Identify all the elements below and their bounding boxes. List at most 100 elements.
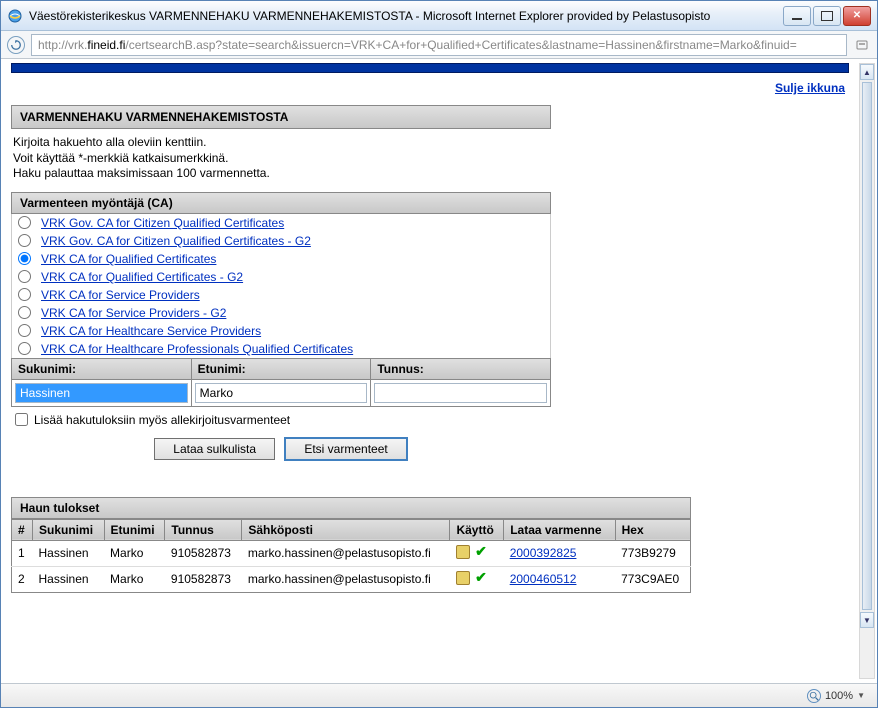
ca-radio-3[interactable]: [18, 270, 31, 283]
cell-download: 2000392825: [504, 540, 615, 566]
cell-lastname: Hassinen: [33, 566, 105, 592]
ca-radio-2[interactable]: [18, 252, 31, 265]
ca-link-1[interactable]: VRK Gov. CA for Citizen Qualified Certif…: [41, 234, 311, 248]
ca-option: VRK CA for Qualified Certificates: [12, 250, 550, 268]
ca-link-5[interactable]: VRK CA for Service Providers - G2: [41, 306, 226, 320]
ca-option: VRK Gov. CA for Citizen Qualified Certif…: [12, 214, 550, 232]
cell-email: marko.hassinen@pelastusopisto.fi: [242, 540, 450, 566]
table-row: 2 Hassinen Marko 910582873 marko.hassine…: [12, 566, 691, 592]
addressbar: http://vrk.fineid.fi/certsearchB.asp?sta…: [1, 31, 877, 59]
include-signing-label: Lisää hakutuloksiin myös allekirjoitusva…: [34, 413, 290, 427]
firstname-input[interactable]: [195, 383, 368, 403]
col-hex: Hex: [615, 519, 690, 540]
ie-icon: [7, 8, 23, 24]
id-input[interactable]: [374, 383, 547, 403]
col-email: Sähköposti: [242, 519, 450, 540]
include-signing-checkbox[interactable]: [15, 413, 28, 426]
ca-radio-7[interactable]: [18, 342, 31, 355]
zoom-value[interactable]: 100%: [825, 690, 853, 702]
lastname-label: Sukunimi:: [12, 359, 191, 380]
ca-link-0[interactable]: VRK Gov. CA for Citizen Qualified Certif…: [41, 216, 284, 230]
url-host: fineid.fi: [87, 38, 125, 52]
scroll-down-icon[interactable]: ▼: [860, 612, 874, 628]
ca-list: VRK Gov. CA for Citizen Qualified Certif…: [11, 214, 551, 358]
ca-radio-5[interactable]: [18, 306, 31, 319]
ca-link-6[interactable]: VRK CA for Healthcare Service Providers: [41, 324, 261, 338]
cell-hex: 773B9279: [615, 540, 690, 566]
ca-radio-6[interactable]: [18, 324, 31, 337]
cell-download: 2000460512: [504, 566, 615, 592]
header-bluebar: [11, 63, 849, 73]
ca-link-7[interactable]: VRK CA for Healthcare Professionals Qual…: [41, 342, 353, 356]
scroll-up-icon[interactable]: ▲: [860, 64, 874, 80]
intro-line3: Haku palauttaa maksimissaan 100 varmenne…: [13, 166, 549, 182]
reload-icon[interactable]: [7, 36, 25, 54]
intro-line1: Kirjoita hakuehto alla oleviin kenttiin.: [13, 135, 549, 151]
col-download: Lataa varmenne: [504, 519, 615, 540]
cell-firstname: Marko: [104, 540, 165, 566]
ca-link-4[interactable]: VRK CA for Service Providers: [41, 288, 200, 302]
page-content: ▲ ▼ Sulje ikkuna VARMENNEHAKU VARMENNEHA…: [1, 59, 877, 683]
url-prefix: http://vrk.: [38, 38, 87, 52]
firstname-label: Etunimi:: [192, 359, 371, 380]
results-table: # Sukunimi Etunimi Tunnus Sähköposti Käy…: [11, 519, 691, 593]
close-button[interactable]: [843, 6, 871, 26]
download-crl-button[interactable]: Lataa sulkulista: [154, 438, 275, 460]
ca-option: VRK CA for Qualified Certificates - G2: [12, 268, 550, 286]
scroll-thumb[interactable]: [862, 82, 872, 610]
cell-id: 910582873: [165, 540, 242, 566]
cell-email: marko.hassinen@pelastusopisto.fi: [242, 566, 450, 592]
url-input[interactable]: http://vrk.fineid.fi/certsearchB.asp?sta…: [31, 34, 847, 56]
ca-option: VRK CA for Healthcare Service Providers: [12, 322, 550, 340]
titlebar: Väestörekisterikeskus VARMENNEHAKU VARME…: [1, 1, 877, 31]
col-id: Tunnus: [165, 519, 242, 540]
intro-text: Kirjoita hakuehto alla oleviin kenttiin.…: [11, 129, 551, 192]
ca-option: VRK CA for Service Providers - G2: [12, 304, 550, 322]
col-usage: Käyttö: [450, 519, 504, 540]
col-lastname: Sukunimi: [33, 519, 105, 540]
cell-num: 2: [12, 566, 33, 592]
download-link-1[interactable]: 2000460512: [510, 572, 577, 586]
close-window-link[interactable]: Sulje ikkuna: [775, 81, 845, 95]
id-label: Tunnus:: [371, 359, 550, 380]
col-num: #: [12, 519, 33, 540]
page-title: VARMENNEHAKU VARMENNEHAKEMISTOSTA: [11, 105, 551, 129]
zoom-icon[interactable]: [807, 689, 821, 703]
col-firstname: Etunimi: [104, 519, 165, 540]
browser-window: Väestörekisterikeskus VARMENNEHAKU VARME…: [0, 0, 878, 708]
results-header: Haun tulokset: [11, 497, 691, 519]
url-path: /certsearchB.asp?state=search&issuercn=V…: [125, 38, 796, 52]
compat-view-icon[interactable]: [853, 36, 871, 54]
lastname-input[interactable]: [15, 383, 188, 403]
cell-usage: ✔: [450, 566, 504, 592]
table-row: 1 Hassinen Marko 910582873 marko.hassine…: [12, 540, 691, 566]
include-signing-row: Lisää hakutuloksiin myös allekirjoitusva…: [11, 407, 551, 433]
window-controls: [783, 6, 871, 26]
cell-hex: 773C9AE0: [615, 566, 690, 592]
minimize-button[interactable]: [783, 6, 811, 26]
maximize-button[interactable]: [813, 6, 841, 26]
cell-firstname: Marko: [104, 566, 165, 592]
button-row: Lataa sulkulista Etsi varmenteet: [11, 433, 551, 477]
search-button[interactable]: Etsi varmenteet: [284, 437, 407, 461]
ca-radio-4[interactable]: [18, 288, 31, 301]
download-link-0[interactable]: 2000392825: [510, 546, 577, 560]
ca-radio-1[interactable]: [18, 234, 31, 247]
ca-link-2[interactable]: VRK CA for Qualified Certificates: [41, 252, 216, 266]
certificate-icon: [456, 571, 470, 585]
certificate-icon: [456, 545, 470, 559]
ca-option: VRK Gov. CA for Citizen Qualified Certif…: [12, 232, 550, 250]
ca-section-header: Varmenteen myöntäjä (CA): [11, 192, 551, 214]
results-section: Haun tulokset # Sukunimi Etunimi Tunnus …: [11, 497, 691, 593]
ca-option: VRK CA for Service Providers: [12, 286, 550, 304]
cell-id: 910582873: [165, 566, 242, 592]
intro-line2: Voit käyttää *-merkkiä katkaisumerkkinä.: [13, 151, 549, 167]
zoom-dropdown-icon[interactable]: ▼: [857, 691, 865, 700]
check-icon: ✔: [474, 545, 488, 559]
vertical-scrollbar[interactable]: ▲ ▼: [859, 63, 875, 679]
cell-usage: ✔: [450, 540, 504, 566]
ca-link-3[interactable]: VRK CA for Qualified Certificates - G2: [41, 270, 243, 284]
cell-num: 1: [12, 540, 33, 566]
ca-option: VRK CA for Healthcare Professionals Qual…: [12, 340, 550, 358]
ca-radio-0[interactable]: [18, 216, 31, 229]
